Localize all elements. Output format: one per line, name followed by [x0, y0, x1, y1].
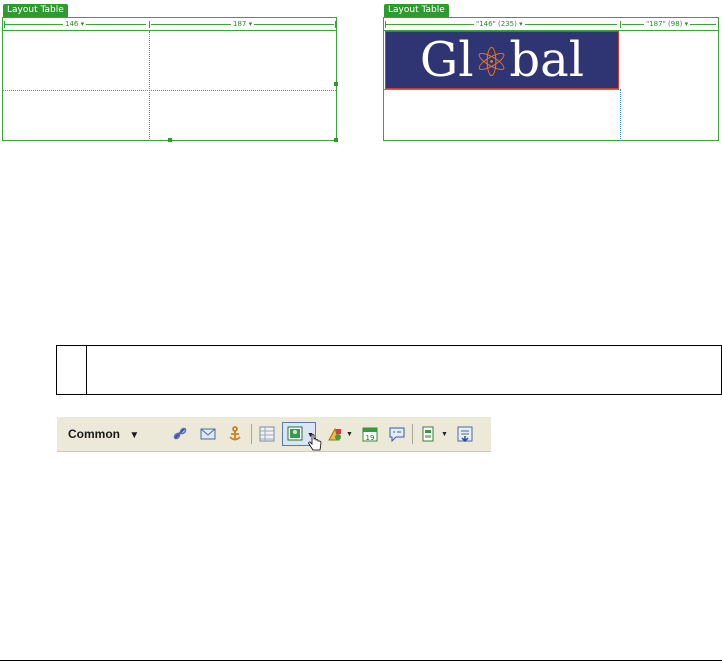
column-width-label: 146 ▾ — [63, 20, 87, 29]
logo-text-right: bal — [509, 32, 585, 88]
tag-chooser-icon[interactable] — [456, 425, 474, 443]
dropdown-arrow-icon: ▼ — [129, 430, 140, 441]
named-anchor-icon[interactable] — [226, 425, 244, 443]
page-footer-rule — [0, 660, 722, 661]
email-link-icon[interactable] — [199, 425, 217, 443]
cell-divider — [149, 31, 150, 141]
global-logo-image[interactable]: Gl⚛bal — [385, 31, 619, 89]
column-width-label: "146" (235) ▾ — [474, 20, 525, 29]
resize-handle-corner[interactable] — [334, 138, 338, 142]
image-icon — [286, 425, 304, 443]
note-box — [56, 345, 722, 395]
media-icon[interactable] — [326, 425, 344, 443]
layout-table-border: "146" (235) ▾ "187" (98) ▾ Gl⚛bal — [383, 17, 719, 141]
category-label: Common — [68, 427, 120, 441]
resize-handle-bottom[interactable] — [168, 138, 172, 142]
hyperlink-icon[interactable] — [171, 425, 189, 443]
column-header-2[interactable]: "187" (98) ▾ — [620, 20, 718, 29]
date-icon[interactable]: 19 — [361, 425, 379, 443]
cell-divider — [620, 89, 621, 141]
dropdown-arrow-icon[interactable]: ▼ — [346, 431, 353, 438]
column-width-label: 187 ▾ — [231, 20, 255, 29]
column-width-label: "187" (98) ▾ — [644, 20, 691, 29]
templates-icon[interactable] — [419, 425, 437, 443]
cell-divider — [3, 90, 336, 91]
atom-icon: ⚛ — [473, 40, 510, 86]
logo-text-left: Gl — [419, 32, 474, 88]
cell-divider — [384, 89, 619, 90]
insert-toolbar: Common ▼ ▼ ▼ 19 ▼ — [57, 417, 491, 452]
resize-handle-right[interactable] — [334, 82, 338, 86]
layout-table-border: 146 ▾ 187 ▾ — [2, 17, 338, 142]
layout-table-tab[interactable]: Layout Table — [384, 4, 449, 17]
column-header-2[interactable]: 187 ▾ — [149, 20, 336, 29]
category-menu[interactable]: Common ▼ — [68, 427, 139, 441]
hand-cursor-icon — [308, 434, 322, 457]
column-header-1[interactable]: "146" (235) ▾ — [384, 20, 619, 29]
svg-text:19: 19 — [366, 434, 375, 442]
column-header-1[interactable]: 146 ▾ — [3, 20, 148, 29]
layout-table-tab[interactable]: Layout Table — [3, 4, 68, 17]
table-icon[interactable] — [258, 425, 276, 443]
dropdown-arrow-icon[interactable]: ▼ — [441, 431, 448, 438]
comment-icon[interactable] — [388, 425, 406, 443]
